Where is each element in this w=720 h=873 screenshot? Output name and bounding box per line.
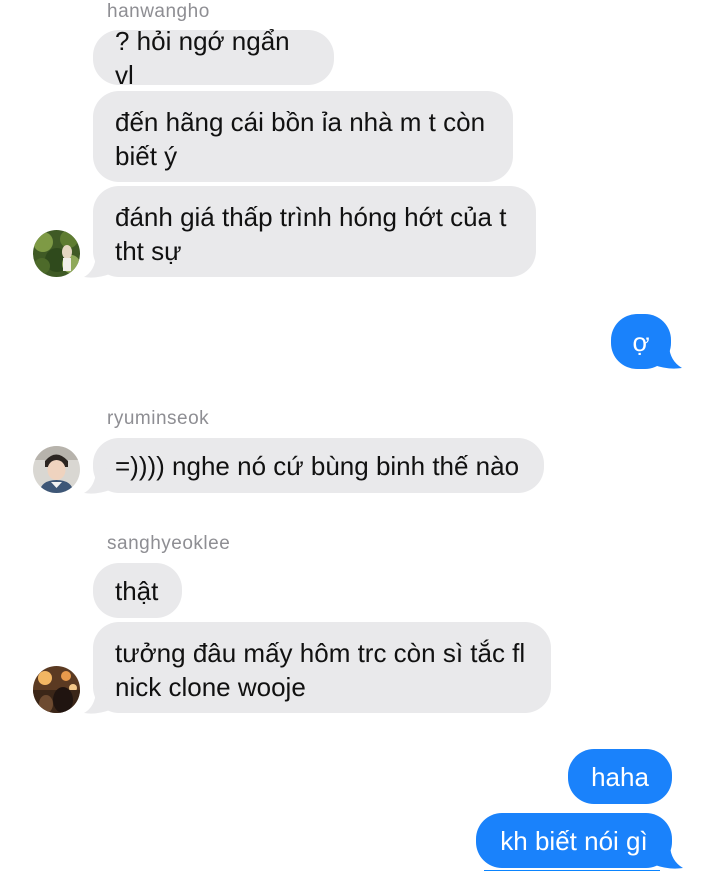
message-text: tht sự: [115, 236, 182, 266]
avatar[interactable]: [33, 230, 80, 277]
message-text: haha: [591, 761, 649, 792]
message-text: ợ: [632, 326, 650, 357]
message-text: ? hỏi ngớ ngẩn vl: [115, 25, 290, 90]
message-text: kh biết nói gì: [500, 825, 648, 856]
message-bubble-incoming[interactable]: ? hỏi ngớ ngẩn vl: [93, 26, 334, 90]
selection-underline: [484, 870, 660, 871]
avatar[interactable]: [33, 446, 80, 493]
message-text: đánh giá thấp trình hóng hớt của t: [115, 202, 507, 232]
message-bubble-incoming[interactable]: đến hãng cái bồn ỉa nhà m t còn biết ý: [93, 91, 513, 182]
avatar-image: [33, 230, 80, 277]
message-bubble-incoming[interactable]: tưởng đâu mấy hôm trc còn sì tắc fl nick…: [93, 622, 551, 713]
bubble-tail: [655, 843, 683, 869]
bubble-tail: [84, 252, 110, 278]
message-text: biết ý: [115, 141, 178, 171]
message-bubble-incoming[interactable]: đánh giá thấp trình hóng hớt của t tht s…: [93, 186, 536, 277]
message-bubble-incoming[interactable]: =)))) nghe nó cứ bùng binh thế nào: [93, 438, 544, 493]
avatar[interactable]: [33, 666, 80, 713]
bubble-tail: [84, 688, 110, 714]
message-text: =)))) nghe nó cứ bùng binh thế nào: [115, 450, 520, 481]
message-bubble-outgoing[interactable]: haha: [568, 749, 672, 804]
message-bubble-incoming[interactable]: thật: [93, 563, 182, 618]
sender-name: sanghyeoklee: [107, 533, 231, 554]
bubble-tail: [84, 468, 110, 494]
message-bubble-outgoing[interactable]: kh biết nói gì: [476, 813, 672, 868]
avatar-image: [33, 446, 80, 493]
message-text: tưởng đâu mấy hôm trc còn sì tắc fl: [115, 638, 526, 668]
sender-name: ryuminseok: [107, 408, 210, 429]
message-text: đến hãng cái bồn ỉa nhà m t còn: [115, 107, 486, 137]
message-text: nick clone wooje: [115, 672, 306, 702]
message-text: thật: [115, 575, 159, 606]
avatar-image: [33, 666, 80, 713]
sender-name: hanwangho: [107, 1, 210, 22]
bubble-tail: [654, 343, 682, 369]
